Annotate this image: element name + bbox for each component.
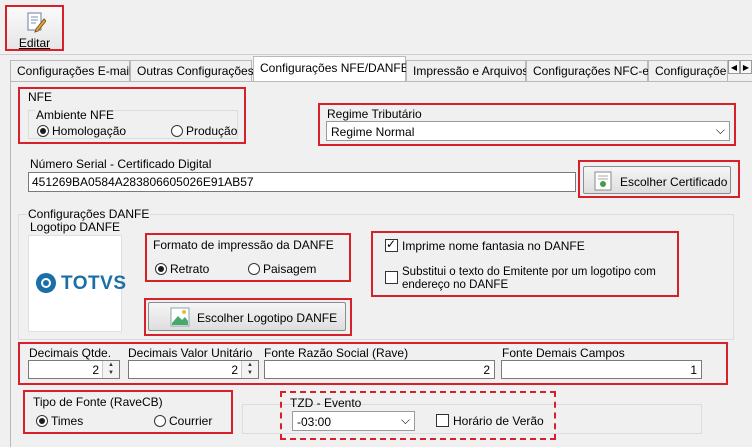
radio-courrier[interactable]: Courrier [154,414,234,428]
tab-configuracoes-email[interactable]: Configurações E-mail [10,60,132,81]
checkbox-horario-verao[interactable]: Horário de Verão [436,413,551,428]
radio-courrier-dot [154,415,166,427]
certificate-icon [594,171,612,191]
checkbox-nome-fantasia-label: Imprime nome fantasia no DANFE [402,239,585,253]
escolher-logotipo-label: Escolher Logotipo DANFE [197,311,338,325]
fonte-demais-label: Fonte Demais Campos [502,346,625,360]
radio-retrato-dot [155,263,167,275]
escolher-logotipo-button[interactable]: Escolher Logotipo DANFE [148,302,346,331]
tab-scroll-left-button[interactable]: ◀ [728,60,740,74]
radio-producao-dot [171,125,183,137]
numero-serial-input[interactable] [28,172,576,192]
tab-impressao-arquivos[interactable]: Impressão e Arquivos [406,60,528,81]
radio-times-label: Times [51,414,84,428]
totvs-logo-text: TOTVS [61,273,127,294]
checkbox-substitui-logotipo-label-2: endereço no DANFE [402,279,509,291]
chevron-down-icon: ⌵ [400,413,410,427]
decimais-valor-spin-icon[interactable]: ▲ ▼ [241,361,258,378]
nfe-group-title: NFE [28,90,52,104]
fonte-razao-label: Fonte Razão Social (Rave) [264,346,409,360]
checkbox-substitui-logotipo-label-1: Substitui o texto do Emitente por um log… [402,266,656,278]
regime-tributario-title: Regime Tributário [327,107,422,121]
radio-retrato[interactable]: Retrato [155,262,235,276]
danfe-group-title: Configurações DANFE [27,207,151,221]
numero-serial-label: Número Serial - Certificado Digital [30,157,212,171]
checkbox-horario-verao-label: Horário de Verão [453,414,544,428]
radio-times[interactable]: Times [36,414,116,428]
escolher-certificado-button[interactable]: Escolher Certificado [583,166,731,194]
decimais-qtde-spin-icon[interactable]: ▲ ▼ [102,361,119,378]
checkbox-substitui-logotipo-box [385,271,398,284]
toolbar-divider [0,54,752,55]
radio-producao[interactable]: Produção [171,124,246,138]
tzd-evento-title: TZD - Evento [290,396,362,410]
tab-outras-configuracoes[interactable]: Outras Configurações [130,60,254,81]
decimais-qtde-label: Decimais Qtde. [29,346,112,360]
radio-paisagem-dot [248,263,260,275]
radio-producao-label: Produção [186,124,238,138]
decimais-valor-label: Decimais Valor Unitário [128,346,253,360]
edit-icon [27,12,46,33]
checkbox-nome-fantasia-box [385,237,398,252]
radio-homologacao-dot [37,125,49,137]
tab-configuracoes-nfce[interactable]: Configurações NFC-e [526,60,649,81]
checkbox-horario-verao-box [436,414,449,427]
decimais-qtde-stepper[interactable]: 2 ▲ ▼ [28,360,120,379]
fonte-demais-input[interactable]: 1 [501,360,702,379]
fonte-razao-input[interactable]: 2 [264,360,495,379]
totvs-logo-icon [36,273,56,293]
chevron-down-icon: ⌵ [715,123,725,137]
edit-button-label: Editar [18,36,51,50]
radio-courrier-label: Courrier [169,414,213,428]
decimais-valor-stepper[interactable]: 2 ▲ ▼ [128,360,259,379]
fonte-razao-value: 2 [483,363,490,377]
tzd-evento-select[interactable]: -03:00 ⌵ [292,411,415,431]
radio-homologacao-label: Homologação [52,124,127,138]
checkbox-nome-fantasia[interactable]: Imprime nome fantasia no DANFE [385,237,665,253]
radio-times-dot [36,415,48,427]
radio-retrato-label: Retrato [170,262,210,276]
decimais-qtde-value: 2 [92,363,99,377]
fonte-demais-value: 1 [690,363,697,377]
ambiente-nfe-title: Ambiente NFE [35,108,116,122]
tab-configuracoes-nfe-danfe[interactable]: Configurações NFE/DANFE [253,56,409,82]
decimais-valor-value: 2 [231,363,238,377]
image-icon [170,307,190,327]
logotipo-preview: TOTVS [28,235,126,332]
edit-button[interactable]: Editar [5,5,64,51]
regime-tributario-value: Regime Normal [331,125,415,139]
tab-configuracoes-more[interactable]: Configuraçõe [648,60,728,81]
logotipo-danfe-title: Logotipo DANFE [30,220,121,234]
radio-homologacao[interactable]: Homologação [37,124,137,138]
tipo-fonte-title: Tipo de Fonte (RaveCB) [33,395,163,409]
formato-impressao-title: Formato de impressão da DANFE [153,238,334,252]
tab-scroll-right-button[interactable]: ▶ [740,60,752,74]
checkbox-substitui-logotipo[interactable]: Substitui o texto do Emitente por um log… [385,264,675,292]
regime-tributario-select[interactable]: Regime Normal ⌵ [326,121,730,141]
radio-paisagem-label: Paisagem [263,262,317,276]
radio-paisagem[interactable]: Paisagem [248,262,328,276]
escolher-certificado-label: Escolher Certificado [620,175,728,189]
tzd-evento-value: -03:00 [297,415,332,429]
